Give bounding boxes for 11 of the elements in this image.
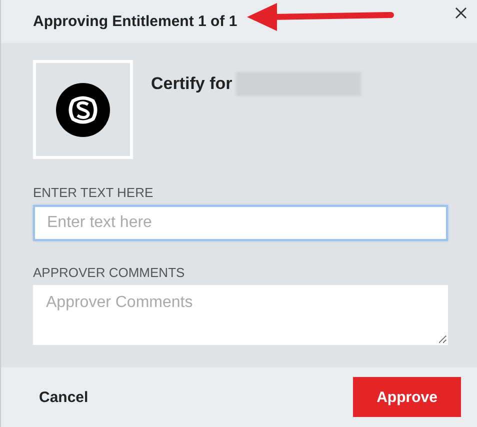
certify-heading: Certify for [151,74,232,94]
comments-field[interactable]: Approver Comments [33,285,448,345]
field-label: ENTER TEXT HERE [33,185,154,200]
dialog-title: Approving Entitlement 1 of 1 [33,13,238,30]
close-icon [455,7,467,19]
skype-logo-icon [55,82,111,138]
text-input-field[interactable]: Enter text here [33,205,448,241]
cancel-button[interactable]: Cancel [37,384,90,410]
approve-button[interactable]: Approve [353,377,461,417]
field-label: APPROVER COMMENTS [33,265,186,280]
close-button[interactable] [453,5,469,21]
